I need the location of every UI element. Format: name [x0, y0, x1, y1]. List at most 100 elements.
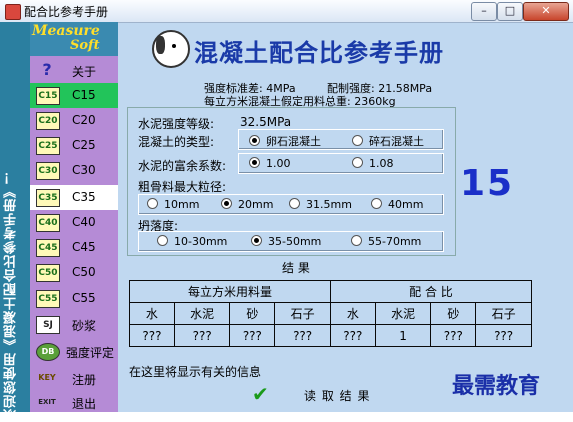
app-icon [5, 4, 21, 20]
sidebar-item-c40[interactable]: C40 C40 [30, 210, 118, 235]
sidebar-item-label: 关于 [72, 65, 97, 79]
factor-1-08-radio[interactable]: 1.08 [352, 157, 394, 170]
sidebar-item-label: 退出 [72, 397, 97, 411]
radio-dot [249, 135, 260, 146]
sidebar-item-label: 强度评定 [66, 346, 115, 360]
sidebar-item-label: C25 [72, 138, 96, 152]
val-cement-ratio: 1 [374, 324, 432, 347]
logo-line2: Soft [70, 38, 100, 53]
minimize-button[interactable]: – [471, 2, 497, 21]
results-title: 结 果 [282, 261, 310, 275]
radio-label: 10mm [164, 198, 200, 211]
radio-dot [352, 157, 363, 168]
concrete-type-label: 混凝土的类型: [138, 135, 215, 149]
table-row: 每立方米用料量 配 合 比 [129, 280, 533, 303]
per-cubic-meter-header: 每立方米用料量 [129, 280, 331, 303]
col-stone-ratio: 石子 [475, 302, 532, 325]
c40-icon: C40 [36, 214, 60, 232]
agg-40mm-radio[interactable]: 40mm [371, 198, 423, 211]
window-title: 配合比参考手册 [24, 5, 109, 19]
val-sand: ??? [229, 324, 276, 347]
c35-icon: C35 [36, 189, 60, 207]
radio-dot [221, 198, 232, 209]
val-stone: ??? [274, 324, 331, 347]
radio-dot [157, 235, 168, 246]
pebble-concrete-radio[interactable]: 卵石混凝土 [249, 133, 321, 149]
grade-number-display: 15 [460, 163, 515, 204]
maximize-button[interactable]: □ [497, 2, 523, 21]
sidebar-item-label: 砂浆 [72, 319, 97, 333]
results-table: 每立方米用料量 配 合 比 水 水泥 砂 石子 水 水泥 砂 石子 ??? ??… [129, 280, 533, 347]
sidebar-item-c35[interactable]: C35 C35 [30, 185, 118, 210]
agg-10mm-radio[interactable]: 10mm [147, 198, 199, 211]
sidebar-item-exit[interactable]: EXIT 退出 [30, 390, 118, 415]
mix-ratio-header: 配 合 比 [329, 280, 533, 303]
agg-20mm-radio[interactable]: 20mm [221, 198, 273, 211]
cement-factor-group: 1.00 1.08 [238, 153, 444, 174]
sidebar-item-label: C55 [72, 291, 96, 305]
sidebar-item-about[interactable]: ? 关于 [30, 58, 118, 83]
radio-dot [251, 235, 262, 246]
checkmark-icon: ✔ [252, 382, 269, 406]
sidebar-item-strength-eval[interactable]: DB 强度评定 [30, 339, 118, 364]
sidebar-item-c55[interactable]: C55 C55 [30, 286, 118, 311]
radio-label: 40mm [388, 198, 424, 211]
sidebar-item-c45[interactable]: C45 C45 [30, 235, 118, 260]
c45-icon: C45 [36, 239, 60, 257]
welcome-text: 欢迎您使用《混凝土配合比参考手册》！ [4, 170, 19, 422]
mascot-ear [156, 36, 165, 54]
sidebar-item-c25[interactable]: C25 C25 [30, 133, 118, 158]
radio-label: 55-70mm [368, 235, 422, 248]
c50-icon: C50 [36, 264, 60, 282]
col-water: 水 [129, 302, 175, 325]
key-icon: KEY [38, 373, 56, 382]
radio-label: 20mm [238, 198, 274, 211]
col-stone: 石子 [274, 302, 331, 325]
cement-factor-label: 水泥的富余系数: [138, 159, 227, 173]
radio-dot [351, 235, 362, 246]
sidebar-item-c50[interactable]: C50 C50 [30, 260, 118, 285]
sidebar-item-mortar[interactable]: SJ 砂浆 [30, 312, 118, 337]
agg-31-5mm-radio[interactable]: 31.5mm [289, 198, 352, 211]
factor-1-00-radio[interactable]: 1.00 [249, 157, 291, 170]
val-stone-ratio: ??? [475, 324, 532, 347]
exit-icon: EXIT [38, 398, 56, 406]
radio-dot [352, 135, 363, 146]
read-results-label: 读 取 结 果 [304, 389, 371, 403]
crushed-stone-concrete-radio[interactable]: 碎石混凝土 [352, 133, 424, 149]
sidebar-item-label: C40 [72, 215, 96, 229]
parameter-panel: 水泥强度等级: 32.5MPa 混凝土的类型: 卵石混凝土 碎石混凝土 水泥的富… [127, 107, 456, 256]
status-message: 在这里将显示有关的信息 [129, 365, 262, 379]
slump-35-50-radio[interactable]: 35-50mm [251, 235, 321, 248]
sidebar-item-label: C50 [72, 265, 96, 279]
page-title: 混凝土配合比参考手册 [194, 39, 444, 67]
val-sand-ratio: ??? [430, 324, 477, 347]
welcome-banner: 欢迎您使用《混凝土配合比参考手册》！ [0, 22, 30, 422]
read-results-button[interactable]: ✔ 读 取 结 果 [248, 382, 418, 406]
val-water: ??? [129, 324, 175, 347]
col-cement-ratio: 水泥 [374, 302, 432, 325]
c25-icon: C25 [36, 137, 60, 155]
radio-label: 碎石混凝土 [369, 135, 424, 148]
sidebar-item-label: C15 [72, 88, 96, 102]
sidebar-item-c15[interactable]: C15 C15 [30, 83, 118, 108]
mortar-icon: SJ [36, 316, 60, 334]
concrete-type-group: 卵石混凝土 碎石混凝土 [238, 129, 444, 150]
close-button[interactable]: ✕ [523, 2, 569, 21]
sidebar-item-c20[interactable]: C20 C20 [30, 108, 118, 133]
table-row: ??? ??? ??? ??? ??? 1 ??? ??? [129, 324, 532, 347]
sidebar-item-label: C45 [72, 240, 96, 254]
sidebar-item-label: C20 [72, 113, 96, 127]
sidebar-item-c30[interactable]: C30 C30 [30, 158, 118, 183]
sidebar-item-register[interactable]: KEY 注册 [30, 366, 118, 391]
logo-line1: Measure [32, 23, 100, 39]
radio-label: 31.5mm [306, 198, 352, 211]
sidebar-item-label: 注册 [72, 373, 97, 387]
slump-group: 10-30mm 35-50mm 55-70mm [138, 231, 444, 252]
slump-10-30-radio[interactable]: 10-30mm [157, 235, 227, 248]
c55-icon: C55 [36, 290, 60, 308]
table-row: 水 水泥 砂 石子 水 水泥 砂 石子 [129, 302, 532, 325]
col-water-ratio: 水 [329, 302, 376, 325]
slump-55-70-radio[interactable]: 55-70mm [351, 235, 421, 248]
help-icon: ? [42, 60, 52, 79]
